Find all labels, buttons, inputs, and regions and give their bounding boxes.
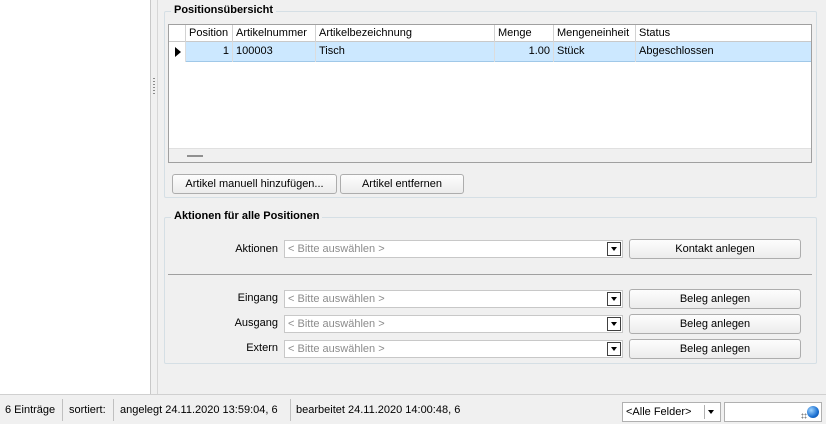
- positions-group-title: Positionsübersicht: [171, 4, 277, 16]
- cell-artikelnummer[interactable]: 100003: [233, 42, 316, 62]
- extern-select[interactable]: < Bitte auswählen >: [284, 340, 623, 358]
- cell-status[interactable]: Abgeschlossen: [636, 42, 811, 62]
- chevron-down-icon[interactable]: [607, 292, 621, 306]
- grid-header: Position Artikelnummer Artikelbezeichnun…: [169, 25, 811, 42]
- column-header-status[interactable]: Status: [636, 25, 811, 42]
- splitter-grip-icon: [153, 78, 155, 94]
- table-row[interactable]: 1 100003 Tisch 1.00 Stück Abgeschlossen: [169, 42, 811, 62]
- quick-search-input[interactable]: [724, 402, 822, 422]
- chevron-down-icon[interactable]: [607, 242, 621, 256]
- cell-artikelbezeichnung[interactable]: Tisch: [316, 42, 495, 62]
- chevron-down-icon[interactable]: [607, 317, 621, 331]
- column-header-mengeneinheit[interactable]: Mengeneinheit: [554, 25, 636, 42]
- ausgang-label: Ausgang: [234, 317, 278, 329]
- eingang-label: Eingang: [237, 292, 278, 304]
- column-header-artikelnummer[interactable]: Artikelnummer: [233, 25, 316, 42]
- record-count: 6 Einträge: [0, 399, 63, 421]
- extern-select-value: < Bitte auswählen >: [288, 343, 385, 355]
- search-go-globe-icon[interactable]: [807, 406, 819, 418]
- add-article-manually-button[interactable]: Artikel manuell hinzufügen...: [172, 174, 337, 194]
- aktionen-label: Aktionen: [235, 243, 278, 255]
- current-row-arrow-icon: [175, 47, 181, 57]
- cell-mengeneinheit[interactable]: Stück: [554, 42, 636, 62]
- aktionen-select-value: < Bitte auswählen >: [288, 243, 385, 255]
- row-indicator-header: [169, 25, 186, 42]
- created-info: angelegt 24.11.2020 13:59:04, 6: [115, 399, 291, 421]
- chevron-down-icon[interactable]: [704, 405, 718, 419]
- field-filter-select[interactable]: <Alle Felder>: [622, 402, 721, 422]
- ausgang-select[interactable]: < Bitte auswählen >: [284, 315, 623, 333]
- navigation-pane[interactable]: [0, 0, 151, 394]
- grid-footer: [169, 148, 811, 162]
- column-header-artikelbezeichnung[interactable]: Artikelbezeichnung: [316, 25, 495, 42]
- positions-grid[interactable]: Position Artikelnummer Artikelbezeichnun…: [168, 24, 812, 163]
- status-bar: 6 Einträge sortiert: angelegt 24.11.2020…: [0, 394, 826, 424]
- eingang-select-value: < Bitte auswählen >: [288, 293, 385, 305]
- section-divider: [168, 274, 812, 275]
- row-indicator: [169, 42, 186, 62]
- sort-status: sortiert:: [64, 399, 114, 421]
- create-external-document-button[interactable]: Beleg anlegen: [629, 339, 801, 359]
- actions-group-title: Aktionen für alle Positionen: [171, 210, 323, 222]
- cell-position[interactable]: 1: [186, 42, 233, 62]
- ausgang-select-value: < Bitte auswählen >: [288, 318, 385, 330]
- edited-info: bearbeitet 24.11.2020 14:00:48, 6: [296, 404, 461, 416]
- create-contact-button[interactable]: Kontakt anlegen: [629, 239, 801, 259]
- column-header-position[interactable]: Position: [186, 25, 233, 42]
- chevron-down-icon[interactable]: [607, 342, 621, 356]
- column-header-menge[interactable]: Menge: [495, 25, 554, 42]
- field-filter-value: <Alle Felder>: [626, 406, 692, 418]
- cell-menge[interactable]: 1.00: [495, 42, 554, 62]
- aktionen-select[interactable]: < Bitte auswählen >: [284, 240, 623, 258]
- extern-label: Extern: [246, 342, 278, 354]
- create-outgoing-document-button[interactable]: Beleg anlegen: [629, 314, 801, 334]
- remove-article-button[interactable]: Artikel entfernen: [340, 174, 464, 194]
- new-row-dash-icon: [187, 155, 203, 157]
- create-incoming-document-button[interactable]: Beleg anlegen: [629, 289, 801, 309]
- eingang-select[interactable]: < Bitte auswählen >: [284, 290, 623, 308]
- search-dropdown-grip-icon: [801, 413, 807, 419]
